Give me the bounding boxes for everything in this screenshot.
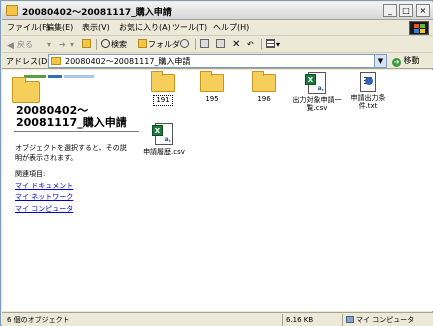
pane-description: オブジェクトを選択すると、その説明が表示されます。 (15, 144, 127, 162)
pane-banner (8, 73, 98, 103)
back-dropdown-icon[interactable]: ▾ (47, 38, 51, 51)
views-icon (266, 39, 275, 48)
address-path: 20080402～20081117_購入申請 (65, 57, 191, 66)
banner-stripe (24, 75, 46, 78)
undo-icon: ↶ (247, 40, 254, 49)
undo-button[interactable]: ↶ (247, 38, 254, 51)
history-icon (180, 39, 189, 48)
toolbar-divider (261, 39, 262, 50)
text-file-icon (360, 72, 376, 92)
menu-bar: ファイル(F) 編集(E) 表示(V) お気に入り(A) ツール(T) ヘルプ(… (2, 20, 433, 36)
menu-help[interactable]: ヘルプ(H) (213, 22, 249, 33)
toolbar: ◀ 戻る ▾ ➔ ▾ 検索 フォルダ ✕ ↶ ▾ (2, 36, 433, 53)
windows-logo-icon (409, 21, 429, 35)
menu-tools[interactable]: ツール(T) (172, 22, 207, 33)
forward-dropdown-icon[interactable]: ▾ (70, 38, 74, 51)
views-dropdown-icon: ▾ (276, 40, 281, 49)
copy-to-icon (216, 39, 225, 48)
folder-icon (51, 57, 61, 65)
title-bar[interactable]: 20080402～20081117_購入申請 _ □ × (2, 2, 433, 20)
file-item-folder[interactable]: 195 (188, 71, 236, 104)
address-label: アドレス(D) (6, 57, 51, 66)
go-arrow-icon: ➔ (392, 58, 401, 67)
folders-icon (138, 39, 147, 48)
related-heading: 関連項目: (15, 170, 46, 178)
menu-view[interactable]: 表示(V) (82, 22, 110, 33)
menu-edit[interactable]: 編集(E) (46, 22, 73, 33)
link-my-documents[interactable]: マイ ドキュメント (15, 181, 73, 191)
folder-icon (151, 71, 175, 92)
up-folder-button[interactable] (82, 38, 92, 51)
file-name: 出力対象申請一覧.csv (292, 96, 342, 112)
move-to-icon (200, 39, 209, 48)
back-label: 戻る (17, 40, 33, 49)
file-name: 申請履歴.csv (143, 148, 185, 156)
folder-content: 20080402～20081117_購入申請 オブジェクトを選択すると、その説明… (2, 70, 433, 311)
menu-file[interactable]: ファイル(F) (7, 22, 50, 33)
file-item-folder[interactable]: 196 (240, 71, 288, 104)
address-dropdown-button[interactable]: ▼ (374, 55, 386, 67)
views-button[interactable]: ▾ (266, 38, 280, 51)
toolbar-divider (96, 39, 97, 50)
banner-stripe (64, 75, 94, 78)
status-bar: 6 個のオブジェクト 6.16 KB マイ コンピュータ (2, 312, 433, 326)
close-button[interactable]: × (416, 4, 430, 17)
folder-icon (252, 71, 276, 92)
back-button[interactable]: ◀ 戻る (7, 38, 33, 51)
search-label: 検索 (111, 40, 127, 49)
history-button[interactable] (180, 38, 190, 51)
file-name: 195 (205, 95, 219, 103)
window-title: 20080402～20081117_購入申請 (22, 8, 172, 18)
link-my-computer[interactable]: マイ コンピュータ (15, 204, 73, 214)
menu-favorites[interactable]: お気に入り(A) (119, 22, 171, 33)
delete-button[interactable]: ✕ (232, 38, 240, 51)
excel-csv-icon: Xa, (152, 123, 173, 145)
folder-icon (200, 71, 224, 92)
folders-button[interactable]: フォルダ (138, 38, 180, 51)
file-item-csv[interactable]: Xa, 出力対象申請一覧.csv (291, 72, 343, 112)
minimize-button[interactable]: _ (383, 4, 397, 17)
delete-icon: ✕ (232, 39, 241, 50)
folders-label: フォルダ (148, 40, 180, 49)
file-item-csv[interactable]: Xa, 申請履歴.csv (139, 123, 189, 157)
status-size: 6.16 KB (282, 314, 340, 326)
move-to-button[interactable] (200, 38, 210, 51)
go-button[interactable]: ➔ 移動 (392, 55, 420, 67)
copy-to-button[interactable] (216, 38, 226, 51)
up-folder-icon (82, 39, 91, 48)
address-input[interactable]: 20080402～20081117_購入申請 ▼ (48, 54, 387, 68)
file-name: 196 (257, 95, 271, 103)
go-label: 移動 (403, 56, 420, 65)
search-icon (101, 39, 110, 48)
excel-csv-icon: Xa, (305, 72, 326, 94)
link-my-network[interactable]: マイ ネットワーク (15, 192, 73, 202)
status-location: マイ コンピュータ (342, 314, 431, 326)
back-arrow-icon: ◀ (7, 41, 14, 51)
forward-button[interactable]: ➔ (59, 38, 66, 51)
pane-divider (14, 131, 139, 132)
banner-stripe (48, 75, 62, 78)
file-item-txt[interactable]: 申請出力条件.txt (344, 72, 392, 110)
toolbar-divider (195, 39, 196, 50)
computer-icon (346, 316, 354, 323)
file-name: 191 (153, 95, 173, 106)
address-bar: アドレス(D) 20080402～20081117_購入申請 ▼ ➔ 移動 (2, 53, 433, 69)
explorer-window: 20080402～20081117_購入申請 _ □ × ファイル(F) 編集(… (0, 0, 433, 326)
status-object-count: 6 個のオブジェクト (7, 316, 70, 324)
file-item-folder[interactable]: 191 (139, 71, 187, 106)
large-folder-icon (12, 77, 40, 103)
folder-icon (6, 5, 18, 16)
file-name: 申請出力条件.txt (350, 94, 386, 110)
status-location-label: マイ コンピュータ (356, 316, 415, 324)
pane-title: 20080402～20081117_購入申請 (16, 104, 127, 129)
maximize-button[interactable]: □ (399, 4, 413, 17)
search-button[interactable]: 検索 (101, 38, 127, 51)
